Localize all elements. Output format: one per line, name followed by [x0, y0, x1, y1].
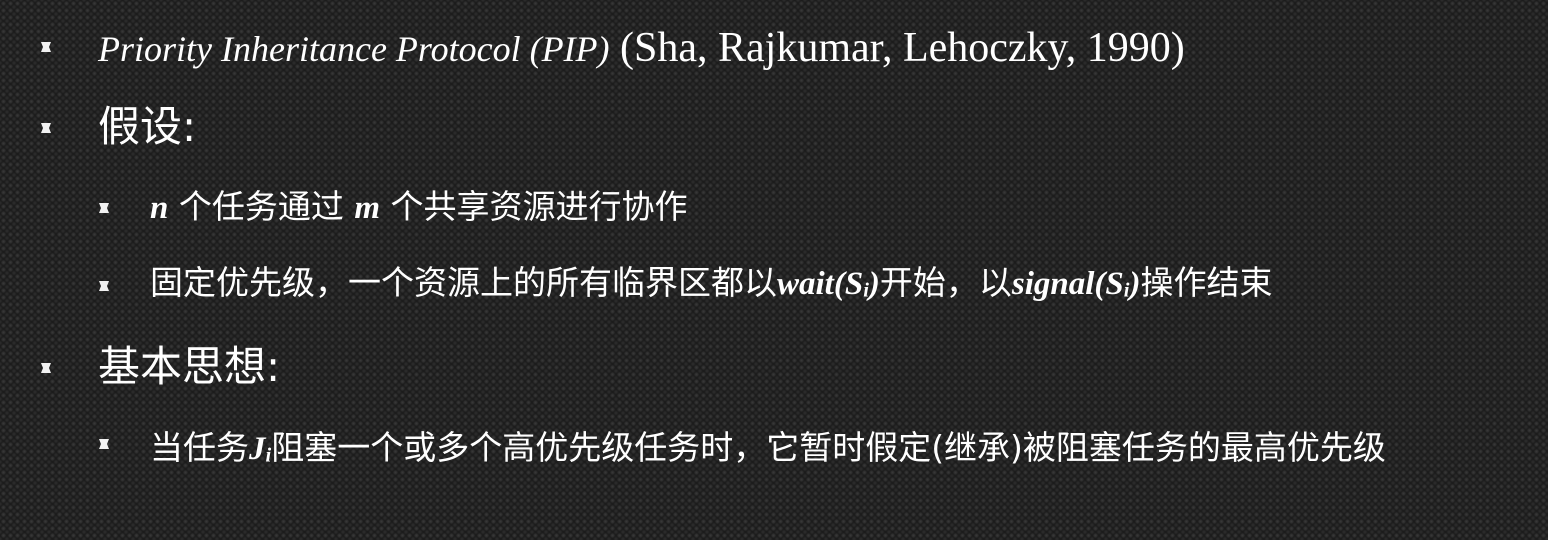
bullet-tasks-resources: n 个任务通过 m 个共享资源进行协作 — [150, 190, 688, 225]
bullet-basic-idea: 基本思想: — [98, 342, 281, 391]
wait-fn: wait(S — [777, 266, 864, 302]
wait-close: ) — [868, 266, 880, 302]
text-shared-resources: 个共享资源进行协作 — [380, 187, 688, 226]
bullet-fixed-priority: 固定优先级，一个资源上的所有临界区都以wait(Si)开始，以signal(Si… — [150, 266, 1272, 301]
text-tasks-via: 个任务通过 — [168, 187, 355, 226]
var-m: m — [354, 190, 381, 226]
bullet-assumptions: 假设: — [98, 102, 197, 151]
job-letter: J — [249, 431, 266, 467]
square-bullet-icon — [98, 280, 110, 292]
bullet-inheritance: 当任务Ji阻塞一个或多个高优先级任务时，它暂时假定(继承)被阻塞任务的最高优先级 — [150, 424, 1520, 479]
protocol-citation: (Sha, Rajkumar, Lehoczky, 1990) — [609, 25, 1185, 71]
text-inherit-priority: 阻塞一个或多个高优先级任务时，它暂时假定(继承)被阻塞任务的最高优先级 — [271, 428, 1386, 467]
square-bullet-icon — [40, 41, 52, 53]
signal-fn: signal(S — [1011, 266, 1124, 302]
square-bullet-icon — [40, 122, 52, 134]
text-begin: 开始，以 — [879, 263, 1012, 302]
text-fixed-priority: 固定优先级，一个资源上的所有临界区都以 — [150, 263, 777, 302]
square-bullet-icon — [98, 438, 110, 450]
square-bullet-icon — [40, 362, 52, 374]
var-n: n — [150, 190, 169, 226]
signal-close: ) — [1129, 266, 1141, 302]
slide: Priority Inheritance Protocol (PIP) (Sha… — [0, 0, 1548, 540]
text-end: 操作结束 — [1140, 263, 1273, 302]
square-bullet-icon — [98, 202, 110, 214]
protocol-name: Priority Inheritance Protocol (PIP) — [98, 29, 610, 69]
bullet-protocol-title: Priority Inheritance Protocol (PIP) (Sha… — [98, 27, 1185, 69]
text-when-task: 当任务 — [150, 428, 249, 467]
wait-operation: wait(Si) — [777, 266, 880, 302]
signal-operation: signal(Si) — [1012, 266, 1141, 302]
job-var: Ji — [249, 431, 271, 467]
